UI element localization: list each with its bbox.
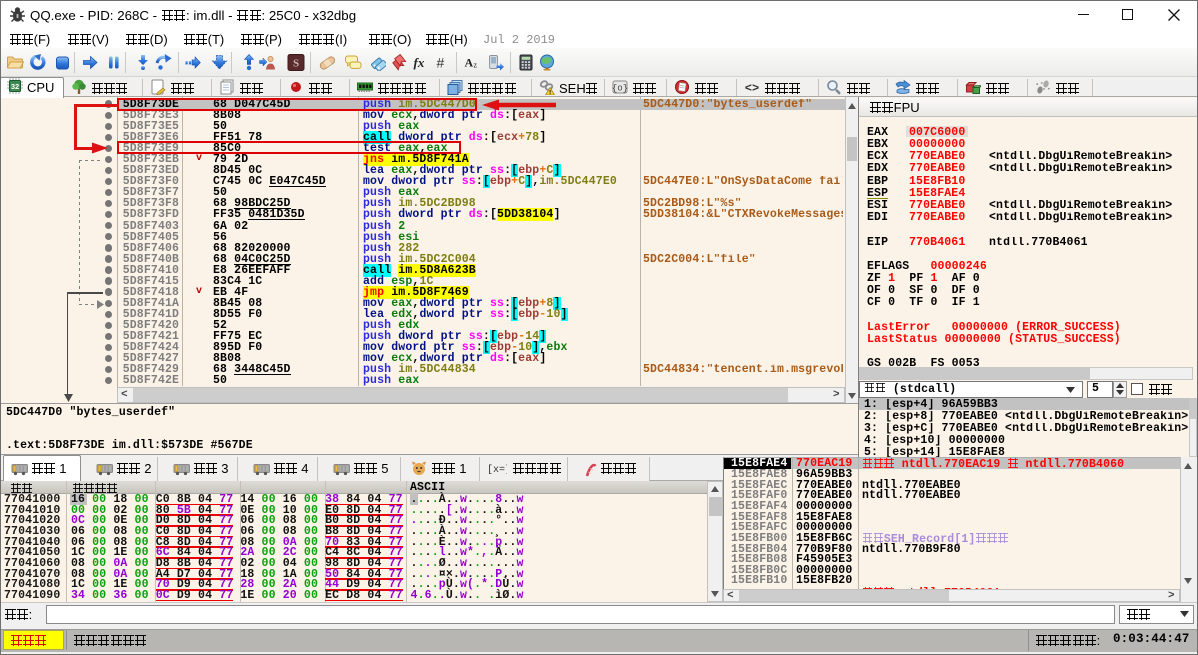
svg-text:[x=]: [x=] [487, 464, 507, 475]
svg-text:<>: <> [745, 82, 759, 96]
svg-text:fx: fx [414, 55, 425, 70]
svg-text:A: A [465, 56, 474, 70]
svg-text:32: 32 [11, 82, 19, 91]
svg-text:z: z [474, 61, 478, 70]
svg-text:{o}: {o} [612, 84, 628, 94]
svg-text:S: S [293, 58, 299, 70]
svg-text:#: # [437, 55, 445, 71]
